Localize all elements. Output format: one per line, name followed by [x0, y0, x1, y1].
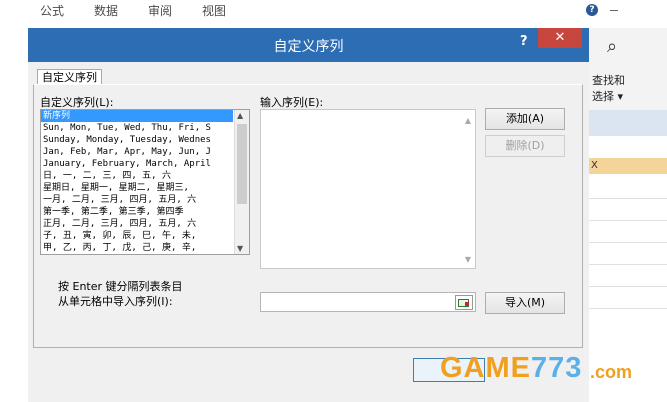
dialog-title: 自定义序列 — [273, 39, 344, 55]
list-item[interactable]: Sun, Mon, Tue, Wed, Thu, Fri, S — [41, 122, 233, 134]
watermark-logo: GAME773 — [440, 352, 583, 384]
binoculars-icon: ⌕ — [607, 36, 618, 57]
grid-line — [589, 242, 667, 243]
hint-text: 按 Enter 键分隔列表条目 — [58, 280, 183, 293]
add-button[interactable]: 添加(A) — [485, 108, 565, 130]
list-item[interactable]: January, February, March, April — [41, 158, 233, 170]
grid-line — [589, 220, 667, 221]
scrollbar-thumb[interactable] — [237, 124, 247, 204]
help-icon[interactable]: ? — [586, 4, 598, 16]
watermark-domain: .com — [590, 362, 633, 382]
dialog-title-bar[interactable]: 自定义序列 ? ✕ — [28, 28, 589, 62]
ribbon-tab-formulas[interactable]: 公式 — [40, 2, 64, 19]
custom-lists-listbox[interactable]: 新序列 Sun, Mon, Tue, Wed, Thu, Fri, S Sund… — [40, 109, 250, 255]
grid-line — [589, 286, 667, 287]
grid-line — [589, 308, 667, 309]
ribbon-tab-bar: 公式 数据 审阅 视图 ? — [0, 0, 667, 28]
custom-lists-label: 自定义序列(L): — [40, 96, 114, 109]
list-item[interactable]: Sunday, Monday, Tuesday, Wednes — [41, 134, 233, 146]
ribbon-tab-view[interactable]: 视图 — [202, 2, 226, 19]
minimize-icon[interactable] — [610, 10, 618, 11]
find-select-label-2: 选择 ▾ — [592, 90, 624, 103]
ribbon-tab-review[interactable]: 审阅 — [148, 2, 172, 19]
list-item[interactable]: 第一季, 第二季, 第三季, 第四季 — [41, 206, 233, 218]
import-button[interactable]: 导入(M) — [485, 292, 565, 314]
list-item[interactable]: 一月, 二月, 三月, 四月, 五月, 六 — [41, 194, 233, 206]
scroll-up-icon[interactable]: ▲ — [237, 111, 243, 120]
range-select-icon[interactable] — [455, 295, 473, 310]
list-item[interactable]: 日, 一, 二, 三, 四, 五, 六 — [41, 170, 233, 182]
scroll-down-icon[interactable]: ▼ — [237, 244, 243, 253]
tab-custom-lists[interactable]: 自定义序列 — [37, 69, 102, 85]
background-worksheet: ⌕ 查找和 选择 ▾ X — [589, 28, 667, 397]
listbox-scrollbar[interactable]: ▲ ▼ — [234, 110, 249, 254]
import-range-field[interactable] — [260, 292, 476, 312]
grid-line — [589, 198, 667, 199]
list-entries-label: 输入序列(E): — [260, 96, 324, 109]
list-item[interactable]: 正月, 二月, 三月, 四月, 五月, 六 — [41, 218, 233, 230]
find-select-group[interactable]: ⌕ 查找和 选择 ▾ — [589, 28, 667, 111]
list-entries-textarea[interactable]: ▲ ▼ — [260, 109, 476, 269]
list-item[interactable]: 甲, 乙, 丙, 丁, 戊, 己, 庚, 辛, — [41, 242, 233, 254]
list-item[interactable]: Jan, Feb, Mar, Apr, May, Jun, J — [41, 146, 233, 158]
column-header-x[interactable]: X — [589, 158, 667, 174]
grid-line — [589, 264, 667, 265]
scroll-up-icon: ▲ — [464, 116, 471, 125]
list-item[interactable]: 子, 丑, 寅, 卯, 辰, 巳, 午, 未, — [41, 230, 233, 242]
import-label: 从单元格中导入序列(I): — [58, 295, 173, 308]
ribbon-tab-data[interactable]: 数据 — [94, 2, 118, 19]
ribbon-group-footer — [589, 110, 667, 136]
custom-lists-dialog: 自定义序列 自定义序列(L): 输入序列(E): 新序列 Sun, Mon, T… — [28, 62, 589, 402]
list-item-selected[interactable]: 新序列 — [41, 110, 233, 122]
find-select-label: 查找和 — [592, 74, 625, 87]
scroll-down-icon: ▼ — [464, 255, 471, 264]
close-button[interactable]: ✕ — [538, 28, 582, 48]
dialog-help-icon[interactable]: ? — [520, 34, 528, 49]
list-item[interactable]: 星期日, 星期一, 星期二, 星期三, — [41, 182, 233, 194]
delete-button[interactable]: 删除(D) — [485, 135, 565, 157]
